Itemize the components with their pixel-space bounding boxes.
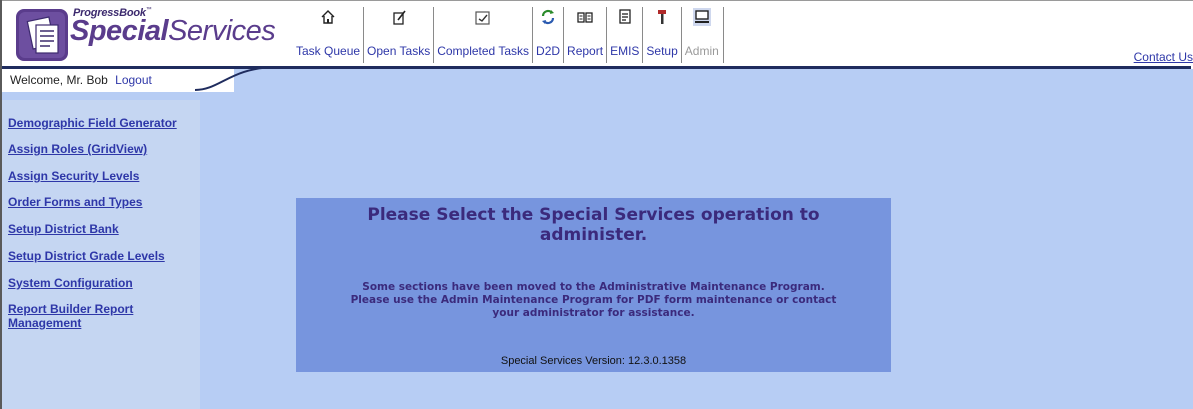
window-left-border xyxy=(0,0,2,409)
admin-label: Admin xyxy=(684,44,719,58)
app-header: ProgressBook™ SpecialServices Task Queue… xyxy=(2,1,1193,67)
logo-light-text: Services xyxy=(168,15,276,47)
panel-notice-line-1: Some sections have been moved to the Adm… xyxy=(362,281,825,293)
welcome-area: Welcome, Mr. Bob Logout xyxy=(10,73,152,87)
sidebar-item-demographic-field-generator[interactable]: Demographic Field Generator xyxy=(8,116,177,130)
main-toolbar: Task Queue Open Tasks Completed Tasks D2… xyxy=(296,7,724,63)
info-panel: Please Select the Special Services opera… xyxy=(296,198,891,372)
sidebar-item-assign-security-levels[interactable]: Assign Security Levels xyxy=(8,169,139,183)
header-curve-decoration xyxy=(195,66,275,91)
emis-button[interactable]: EMIS xyxy=(606,7,642,63)
completed-document-icon xyxy=(474,8,492,26)
version-text: Special Services Version: 12.3.0.1358 xyxy=(500,355,687,367)
panel-title-line-1: Please Select the Special Services opera… xyxy=(367,205,820,225)
contact-us-link[interactable]: Contact Us xyxy=(1134,50,1193,64)
sidebar-item-order-forms[interactable]: Order Forms and Types xyxy=(8,195,142,209)
setup-button[interactable]: Setup xyxy=(642,7,680,63)
panel-notice-line-2: Please use the Admin Maintenance Program… xyxy=(350,294,837,306)
wrench-hammer-icon xyxy=(653,8,671,26)
d2d-label: D2D xyxy=(536,44,561,58)
admin-button[interactable]: Admin xyxy=(680,7,724,63)
completed-tasks-button[interactable]: Completed Tasks xyxy=(433,7,532,63)
setup-label: Setup xyxy=(646,44,678,58)
logo-bold-text: Special xyxy=(70,15,169,47)
open-tasks-label: Open Tasks xyxy=(367,44,431,58)
emis-label: EMIS xyxy=(610,44,640,58)
admin-sidebar: Demographic Field Generator Assign Roles… xyxy=(2,100,200,409)
completed-tasks-label: Completed Tasks xyxy=(437,44,530,58)
emis-document-icon xyxy=(616,8,634,26)
logo-product-name: SpecialServices xyxy=(70,15,276,48)
sidebar-item-system-configuration[interactable]: System Configuration xyxy=(8,276,133,290)
sidebar-item-assign-roles[interactable]: Assign Roles (GridView) xyxy=(8,142,147,156)
logo-trademark: ™ xyxy=(145,7,152,13)
report-button[interactable]: Report xyxy=(563,7,606,63)
open-tasks-button[interactable]: Open Tasks xyxy=(363,7,433,63)
sidebar-item-setup-district-bank[interactable]: Setup District Bank xyxy=(8,222,119,236)
logout-link[interactable]: Logout xyxy=(115,73,152,87)
report-icon xyxy=(576,8,594,26)
panel-title-line-2: administer. xyxy=(539,225,648,245)
panel-title: Please Select the Special Services opera… xyxy=(296,205,891,245)
task-queue-button[interactable]: Task Queue xyxy=(296,7,363,63)
refresh-icon xyxy=(539,8,557,26)
report-label: Report xyxy=(567,44,604,58)
panel-notice: Some sections have been moved to the Adm… xyxy=(296,281,891,320)
progressbook-logo-icon xyxy=(16,9,68,61)
panel-notice-line-3: your administrator for assistance. xyxy=(492,307,695,319)
home-icon xyxy=(319,8,337,26)
d2d-button[interactable]: D2D xyxy=(532,7,563,63)
computer-icon xyxy=(692,8,711,26)
task-queue-label: Task Queue xyxy=(296,44,361,58)
sidebar-item-report-builder-management[interactable]: Report Builder Report Management xyxy=(8,302,178,330)
window-top-border xyxy=(0,0,1193,1)
welcome-text: Welcome, Mr. Bob xyxy=(10,73,108,87)
sidebar-item-setup-district-grade-levels[interactable]: Setup District Grade Levels xyxy=(8,249,165,263)
edit-document-icon xyxy=(390,8,408,26)
